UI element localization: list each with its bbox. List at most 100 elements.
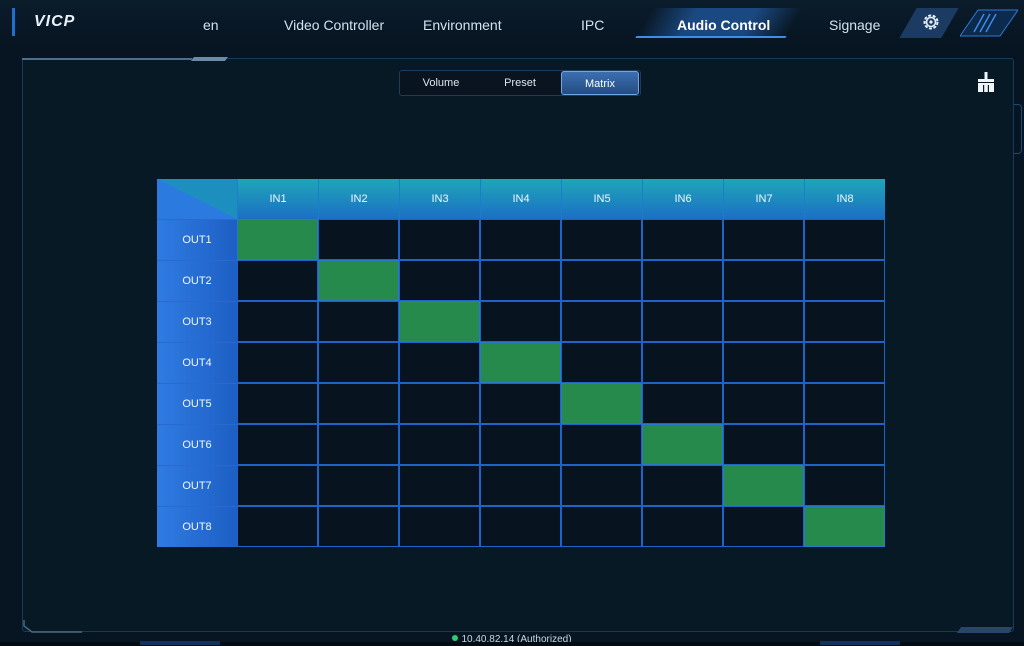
matrix-cell[interactable] [480, 424, 561, 465]
matrix-cell[interactable] [804, 219, 885, 260]
input-header[interactable]: IN1 [237, 179, 318, 219]
matrix-cell[interactable] [399, 465, 480, 506]
matrix-cell[interactable] [480, 465, 561, 506]
matrix-cell[interactable] [804, 301, 885, 342]
nav-item-video-controller[interactable]: Video Controller [284, 17, 384, 33]
matrix-cell[interactable] [318, 219, 399, 260]
matrix-cell[interactable] [318, 465, 399, 506]
input-header[interactable]: IN5 [561, 179, 642, 219]
input-header[interactable]: IN3 [399, 179, 480, 219]
audio-matrix-grid: IN1 IN2 IN3 IN4 IN5 IN6 IN7 IN8 OUT1 OUT2 OUT3 OUT4… [157, 179, 885, 547]
matrix-cell[interactable] [561, 260, 642, 301]
matrix-cell[interactable] [480, 383, 561, 424]
matrix-cell[interactable] [318, 342, 399, 383]
panel-bottom-left-decoration [23, 620, 82, 633]
matrix-cell[interactable] [561, 424, 642, 465]
nav-item-environment[interactable]: Environment [423, 17, 502, 33]
matrix-cell[interactable] [480, 506, 561, 547]
matrix-cell[interactable] [237, 260, 318, 301]
matrix-cell[interactable] [723, 260, 804, 301]
matrix-cell[interactable] [642, 506, 723, 547]
matrix-cell[interactable] [480, 219, 561, 260]
tab-preset[interactable]: Preset [484, 71, 556, 95]
matrix-cell[interactable] [399, 424, 480, 465]
matrix-cell[interactable] [723, 301, 804, 342]
output-header[interactable]: OUT5 [157, 383, 237, 424]
bottom-right-decoration [820, 641, 900, 645]
matrix-cell[interactable] [723, 383, 804, 424]
input-header[interactable]: IN8 [804, 179, 885, 219]
output-header[interactable]: OUT2 [157, 260, 237, 301]
matrix-cell[interactable] [399, 383, 480, 424]
matrix-cell[interactable] [561, 219, 642, 260]
matrix-cell[interactable] [561, 465, 642, 506]
matrix-cell[interactable] [804, 465, 885, 506]
matrix-cell[interactable] [642, 219, 723, 260]
matrix-cell[interactable] [318, 383, 399, 424]
matrix-cell[interactable] [804, 342, 885, 383]
matrix-cell[interactable] [561, 383, 642, 424]
matrix-cell[interactable] [399, 506, 480, 547]
matrix-cell[interactable] [642, 424, 723, 465]
matrix-cell[interactable] [399, 301, 480, 342]
matrix-cell[interactable] [804, 424, 885, 465]
matrix-cell[interactable] [642, 465, 723, 506]
nav-item-ipc[interactable]: IPC [581, 17, 604, 33]
matrix-cell[interactable] [642, 342, 723, 383]
panel-bottom-right-decoration [957, 627, 1013, 633]
matrix-cell[interactable] [318, 424, 399, 465]
matrix-cell[interactable] [399, 342, 480, 383]
panel-top-left-decoration [22, 57, 228, 61]
matrix-cell[interactable] [480, 342, 561, 383]
tab-volume[interactable]: Volume [406, 71, 476, 95]
matrix-cell[interactable] [723, 506, 804, 547]
side-panel-handle[interactable] [1014, 104, 1022, 154]
matrix-cell[interactable] [237, 465, 318, 506]
input-header[interactable]: IN7 [723, 179, 804, 219]
matrix-cell[interactable] [237, 301, 318, 342]
matrix-cell[interactable] [237, 342, 318, 383]
output-header[interactable]: OUT3 [157, 301, 237, 342]
matrix-cell[interactable] [561, 301, 642, 342]
output-header[interactable]: OUT1 [157, 219, 237, 260]
tab-matrix[interactable]: Matrix [561, 71, 639, 95]
matrix-cell[interactable] [318, 301, 399, 342]
input-header[interactable]: IN6 [642, 179, 723, 219]
matrix-cell[interactable] [480, 301, 561, 342]
matrix-cell[interactable] [723, 424, 804, 465]
matrix-cell[interactable] [318, 260, 399, 301]
matrix-cell[interactable] [723, 342, 804, 383]
matrix-cell[interactable] [642, 260, 723, 301]
matrix-cell[interactable] [642, 383, 723, 424]
top-navigation-bar: VICP en Video Controller Environment IPC… [0, 0, 1024, 50]
matrix-cell[interactable] [318, 506, 399, 547]
matrix-cell[interactable] [642, 301, 723, 342]
output-header[interactable]: OUT6 [157, 424, 237, 465]
output-header[interactable]: OUT4 [157, 342, 237, 383]
matrix-cell[interactable] [804, 383, 885, 424]
app-window: VICP en Video Controller Environment IPC… [0, 0, 1024, 646]
matrix-corner-header [157, 179, 237, 219]
gear-icon[interactable] [921, 12, 941, 32]
input-header[interactable]: IN4 [480, 179, 561, 219]
output-header[interactable]: OUT8 [157, 506, 237, 547]
matrix-cell[interactable] [237, 424, 318, 465]
matrix-cell[interactable] [480, 260, 561, 301]
matrix-cell[interactable] [804, 260, 885, 301]
matrix-cell[interactable] [399, 260, 480, 301]
nav-item-signage[interactable]: Signage [829, 17, 880, 33]
input-header[interactable]: IN2 [318, 179, 399, 219]
output-header[interactable]: OUT7 [157, 465, 237, 506]
nav-item-audio-control[interactable]: Audio Control [677, 17, 770, 33]
matrix-cell[interactable] [561, 342, 642, 383]
nav-item-screen[interactable]: en [203, 17, 219, 33]
broom-icon[interactable] [977, 72, 995, 92]
matrix-cell[interactable] [723, 219, 804, 260]
matrix-cell[interactable] [237, 219, 318, 260]
matrix-cell[interactable] [399, 219, 480, 260]
matrix-cell[interactable] [561, 506, 642, 547]
matrix-cell[interactable] [804, 506, 885, 547]
matrix-cell[interactable] [723, 465, 804, 506]
matrix-cell[interactable] [237, 383, 318, 424]
matrix-cell[interactable] [237, 506, 318, 547]
